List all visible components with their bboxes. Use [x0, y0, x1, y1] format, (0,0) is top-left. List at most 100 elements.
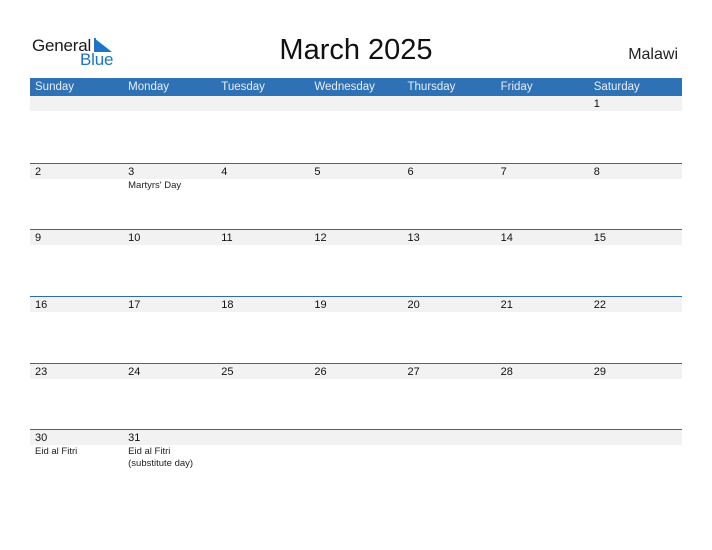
- day-cell: 12: [309, 230, 403, 296]
- day-cell: 19: [309, 297, 403, 363]
- country-label: Malawi: [628, 46, 678, 63]
- day-cell: 20: [402, 297, 496, 363]
- day-number: 23: [30, 363, 124, 379]
- day-number: [402, 430, 496, 446]
- day-number: [216, 430, 310, 446]
- day-number: [588, 430, 682, 446]
- day-number: 11: [216, 230, 310, 246]
- day-number: 16: [30, 297, 124, 313]
- day-cell: [495, 96, 589, 163]
- day-cell: 30 Eid al Fitri: [30, 430, 124, 496]
- day-cell: 21: [495, 297, 589, 363]
- day-cell: 8: [588, 163, 682, 230]
- day-cell: 23: [30, 363, 124, 430]
- day-cell: 4: [216, 163, 310, 230]
- day-number: 22: [588, 297, 682, 313]
- day-number: 17: [123, 297, 217, 313]
- week-row: 30 Eid al Fitri 31 Eid al Fitri (substitute…: [30, 429, 682, 496]
- day-number: 18: [216, 297, 310, 313]
- day-number: 10: [123, 230, 217, 246]
- day-cell: 3 Martyrs' Day: [123, 163, 217, 230]
- day-number: [30, 96, 124, 111]
- day-number: [309, 96, 403, 111]
- weekday-sunday: Sunday: [35, 81, 75, 93]
- week-row: 1: [30, 96, 682, 163]
- day-number: 24: [123, 363, 217, 379]
- weekday-tuesday: Tuesday: [221, 81, 265, 93]
- week-row: 2 3 Martyrs' Day 4 5 6 7 8: [30, 162, 682, 230]
- day-cell: [216, 430, 310, 496]
- day-cell: 14: [495, 230, 589, 296]
- day-number: [216, 96, 310, 111]
- day-number: [495, 430, 589, 446]
- day-number: 2: [30, 163, 124, 179]
- weekday-thursday: Thursday: [407, 81, 456, 93]
- day-cell: 22: [588, 297, 682, 363]
- calendar-grid: 1 2 3 Martyrs' Day 4 5 6 7 8 9 10 11 12 13 14 15 16 17 18 1…: [30, 96, 682, 496]
- weekday-header: Sunday Monday Tuesday Wednesday Thursday…: [30, 78, 682, 96]
- day-number: 25: [216, 363, 310, 379]
- day-number: 14: [495, 230, 589, 246]
- day-cell: [309, 430, 403, 496]
- day-cell: 25: [216, 363, 310, 430]
- day-number: [495, 96, 589, 111]
- weekday-saturday: Saturday: [593, 81, 640, 93]
- week-row: 23 24 25 26 27 28 29: [30, 362, 682, 430]
- day-number: 8: [588, 163, 682, 179]
- day-cell: [216, 96, 310, 163]
- day-number: 19: [309, 297, 403, 313]
- day-number: 12: [309, 230, 403, 246]
- day-cell: 7: [495, 163, 589, 230]
- weekday-friday: Friday: [500, 81, 533, 93]
- day-number: 29: [588, 363, 682, 379]
- day-cell: [123, 96, 217, 163]
- day-number: 4: [216, 163, 310, 179]
- day-cell: [402, 96, 496, 163]
- day-number: 28: [495, 363, 589, 379]
- day-cell: 28: [495, 363, 589, 430]
- day-cell: [30, 96, 124, 163]
- day-number: 20: [402, 297, 496, 313]
- day-cell: 6: [402, 163, 496, 230]
- day-number: 6: [402, 163, 496, 179]
- day-cell: [588, 430, 682, 496]
- day-cell: 11: [216, 230, 310, 296]
- weekday-monday: Monday: [128, 81, 170, 93]
- day-number: 21: [495, 297, 589, 313]
- day-cell: 15: [588, 230, 682, 296]
- day-cell: 5: [309, 163, 403, 230]
- day-cell: 1: [588, 96, 682, 163]
- day-number: 3: [123, 163, 217, 179]
- day-cell: 24: [123, 363, 217, 430]
- week-row: 9 10 11 12 13 14 15: [30, 229, 682, 296]
- day-cell: 16: [30, 297, 124, 363]
- day-number: 1: [588, 96, 682, 111]
- day-number: [402, 96, 496, 111]
- day-cell: 9: [30, 230, 124, 296]
- day-cell: [402, 430, 496, 496]
- day-number: 26: [309, 363, 403, 379]
- week-row: 16 17 18 19 20 21 22: [30, 296, 682, 363]
- day-number: 15: [588, 230, 682, 246]
- day-cell: [309, 96, 403, 163]
- day-cell: 31 Eid al Fitri (substitute day): [123, 430, 217, 496]
- day-number: 9: [30, 230, 124, 246]
- day-cell: 26: [309, 363, 403, 430]
- day-cell: 29: [588, 363, 682, 430]
- day-cell: 27: [402, 363, 496, 430]
- day-number: [123, 96, 217, 111]
- day-number: 30: [30, 430, 124, 446]
- day-number: [309, 430, 403, 446]
- holiday-label: Martyrs' Day: [128, 179, 182, 191]
- day-number: 27: [402, 363, 496, 379]
- day-cell: [495, 430, 589, 496]
- holiday-label: Eid al Fitri (substitute day): [128, 446, 194, 469]
- day-number: 13: [402, 230, 496, 246]
- day-cell: 17: [123, 297, 217, 363]
- day-cell: 10: [123, 230, 217, 296]
- day-number: 7: [495, 163, 589, 179]
- day-cell: 13: [402, 230, 496, 296]
- page-title: March 2025: [279, 34, 433, 66]
- holiday-label: Eid al Fitri: [35, 446, 78, 458]
- day-cell: 18: [216, 297, 310, 363]
